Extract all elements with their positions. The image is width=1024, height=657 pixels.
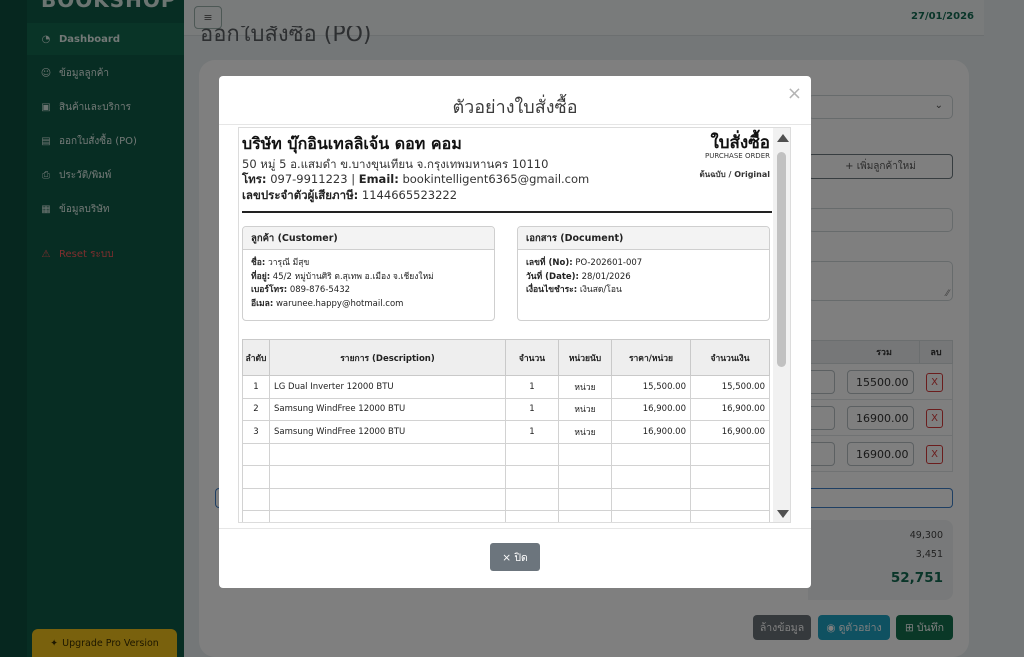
- table-row: 1 LG Dual Inverter 12000 BTU 1 หน่วย 15,…: [242, 375, 770, 399]
- company-tax: เลขประจำตัวผู้เสียภาษี: 1144665523222: [242, 187, 457, 205]
- document-info-box: เอกสาร (Document) เลขที่ (No): PO-202601…: [517, 226, 770, 321]
- cell-unit-price: 15,500.00: [611, 375, 691, 399]
- close-icon[interactable]: ×: [787, 83, 802, 104]
- preview-modal: ตัวอย่างใบสั่งซื้อ × บริษัท บุ๊กอินเทลลิ…: [219, 76, 811, 588]
- doc-no: PO-202601-007: [575, 258, 643, 268]
- separator: |: [351, 172, 359, 186]
- cell-unit-price: 16,900.00: [611, 420, 691, 444]
- scroll-up-icon[interactable]: [777, 134, 789, 142]
- col-unit: หน่วยนับ: [558, 339, 612, 376]
- doc-terms-line: เงื่อนไขชำระ: เงินสด/โอน: [526, 284, 769, 298]
- purchase-order-document: บริษัท บุ๊กอินเทลลิเจ้น ดอท คอม 50 หมู่ …: [239, 128, 775, 522]
- tax-label: เลขประจำตัวผู้เสียภาษี:: [242, 188, 359, 202]
- company-tax-id: 1144665523222: [361, 188, 458, 202]
- cell-no: 3: [242, 420, 270, 444]
- cell-qty: 1: [505, 397, 559, 421]
- cell-unit-price: 16,900.00: [611, 397, 691, 421]
- empty-row: [242, 442, 770, 466]
- col-unit-price: ราคา/หน่วย: [611, 339, 691, 376]
- label: ที่อยู่:: [251, 271, 271, 282]
- modal-footer-divider: [219, 528, 811, 529]
- col-amount: จำนวนเงิน: [690, 339, 770, 376]
- customer-name-line: ชื่อ: วารุณี มีสุข: [251, 257, 494, 271]
- cell-amount: 15,500.00: [690, 375, 770, 399]
- doc-no-line: เลขที่ (No): PO-202601-007: [526, 257, 769, 271]
- customer-email-line: อีเมล: warunee.happy@hotmail.com: [251, 298, 494, 312]
- customer-phone-line: เบอร์โทร: 089-876-5432: [251, 284, 494, 298]
- label: เงื่อนไขชำระ:: [526, 285, 578, 295]
- doc-date: 28/01/2026: [581, 271, 631, 282]
- doc-terms: เงินสด/โอน: [579, 285, 622, 295]
- document-copy-label: ต้นฉบับ / Original: [699, 170, 770, 179]
- email-label: Email:: [358, 172, 399, 186]
- customer-box: ลูกค้า (Customer) ชื่อ: วารุณี มีสุข ที่…: [242, 226, 495, 321]
- modal-title: ตัวอย่างใบสั่งซื้อ: [452, 97, 578, 118]
- company-email: bookintelligent6365@gmail.com: [402, 172, 590, 186]
- cell-no: 1: [242, 375, 270, 399]
- cell-amount: 16,900.00: [690, 420, 770, 444]
- company-phone: 097-9911223: [270, 172, 348, 186]
- cell-unit: หน่วย: [558, 397, 612, 421]
- phone-label: โทร:: [242, 172, 267, 186]
- doc-date-line: วันที่ (Date): 28/01/2026: [526, 271, 769, 285]
- customer-address: 45/2 หมู่บ้านศิริ ต.สุเทพ อ.เมือง จ.เชีย…: [272, 271, 434, 282]
- customer-heading: ลูกค้า (Customer): [243, 227, 494, 250]
- customer-phone: 089-876-5432: [289, 285, 351, 295]
- document-scrollbar[interactable]: [773, 128, 790, 522]
- customer-name: วารุณี มีสุข: [267, 258, 310, 268]
- table-row: 2 Samsung WindFree 12000 BTU 1 หน่วย 16,…: [242, 397, 770, 421]
- cell-amount: 16,900.00: [690, 397, 770, 421]
- cell-unit: หน่วย: [558, 375, 612, 399]
- cell-no: 2: [242, 397, 270, 421]
- empty-row: [242, 510, 770, 522]
- header-rule: [242, 211, 772, 213]
- cell-description: Samsung WindFree 12000 BTU: [269, 397, 506, 421]
- label: เบอร์โทร:: [251, 285, 288, 295]
- col-no: ลำดับ: [242, 339, 270, 376]
- scroll-down-icon[interactable]: [777, 510, 789, 518]
- cell-unit: หน่วย: [558, 420, 612, 444]
- label: เลขที่ (No):: [526, 258, 573, 268]
- modal-header-divider: [219, 124, 811, 125]
- customer-email: warunee.happy@hotmail.com: [275, 298, 404, 309]
- close-modal-button[interactable]: × ปิด: [490, 543, 540, 571]
- label: อีเมล:: [251, 298, 274, 309]
- empty-row: [242, 465, 770, 489]
- label: ชื่อ:: [251, 258, 266, 268]
- customer-address-line: ที่อยู่: 45/2 หมู่บ้านศิริ ต.สุเทพ อ.เมื…: [251, 271, 494, 285]
- items-header-row: ลำดับ รายการ (Description) จำนวน หน่วยนั…: [242, 339, 770, 376]
- cell-description: Samsung WindFree 12000 BTU: [269, 420, 506, 444]
- empty-row: [242, 487, 770, 511]
- document-preview-frame[interactable]: บริษัท บุ๊กอินเทลลิเจ้น ดอท คอม 50 หมู่ …: [238, 127, 791, 523]
- company-name: บริษัท บุ๊กอินเทลลิเจ้น ดอท คอม: [242, 134, 462, 153]
- items-table: ลำดับ รายการ (Description) จำนวน หน่วยนั…: [242, 339, 770, 522]
- document-subtitle: PURCHASE ORDER: [705, 152, 770, 160]
- label: วันที่ (Date):: [526, 271, 579, 282]
- col-qty: จำนวน: [505, 339, 559, 376]
- document-heading: เอกสาร (Document): [518, 227, 769, 250]
- cell-qty: 1: [505, 420, 559, 444]
- scroll-thumb[interactable]: [777, 152, 786, 367]
- cell-qty: 1: [505, 375, 559, 399]
- col-description: รายการ (Description): [269, 339, 506, 376]
- table-row: 3 Samsung WindFree 12000 BTU 1 หน่วย 16,…: [242, 420, 770, 444]
- cell-description: LG Dual Inverter 12000 BTU: [269, 375, 506, 399]
